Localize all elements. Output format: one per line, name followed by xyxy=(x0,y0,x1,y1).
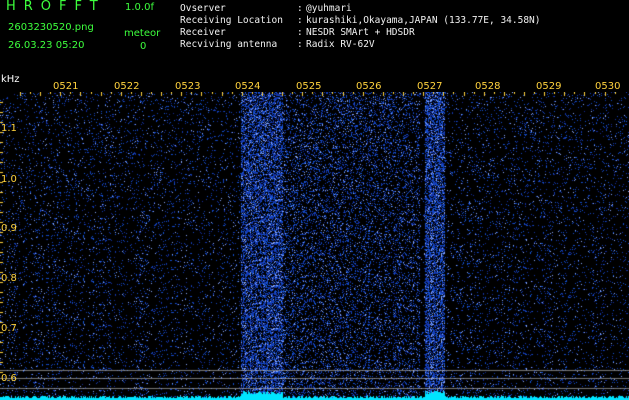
time-label: 0521 xyxy=(53,81,79,92)
meteor-count: 0 xyxy=(140,41,147,52)
info-value-location: kurashiki,Okayama,JAPAN (133.77E, 34.58N… xyxy=(306,15,541,26)
spectrogram-canvas xyxy=(0,92,629,400)
time-label: 0529 xyxy=(536,81,562,92)
app-version: 1.0.0f xyxy=(125,2,154,13)
header-panel: HROFFT 1.0.0f 2603230520.png 26.03.23 05… xyxy=(0,0,629,78)
detection-mode: meteor xyxy=(124,28,161,39)
time-label: 0525 xyxy=(296,81,322,92)
time-label: 0530 xyxy=(595,81,621,92)
time-label: 0528 xyxy=(475,81,501,92)
capture-datetime: 26.03.23 05:20 xyxy=(8,40,85,51)
freq-label: 0.9 xyxy=(1,223,17,234)
info-key-antenna: Recviving antenna xyxy=(180,39,278,50)
app-name: HROFFT xyxy=(6,0,106,14)
time-label: 0524 xyxy=(235,81,261,92)
time-label: 0527 xyxy=(417,81,443,92)
info-colon: : xyxy=(297,27,303,38)
info-key-location: Receiving Location xyxy=(180,15,283,26)
freq-label: 1.1 xyxy=(1,123,17,134)
info-value-observer: @yuhmari xyxy=(306,3,352,14)
time-label: 0523 xyxy=(175,81,201,92)
file-name: 2603230520.png xyxy=(8,22,94,33)
info-colon: : xyxy=(297,3,303,14)
info-value-receiver: NESDR SMArt + HDSDR xyxy=(306,27,415,38)
freq-label: 0.7 xyxy=(1,323,17,334)
time-label: 0526 xyxy=(356,81,382,92)
info-key-receiver: Receiver xyxy=(180,27,226,38)
time-label: 0522 xyxy=(114,81,140,92)
frequency-unit-label: kHz xyxy=(1,74,20,85)
freq-label: 1.0 xyxy=(1,174,17,185)
info-colon: : xyxy=(297,15,303,26)
info-value-antenna: Radix RV-62V xyxy=(306,39,375,50)
freq-label: 0.6 xyxy=(1,373,17,384)
info-key-observer: Ovserver xyxy=(180,3,226,14)
info-colon: : xyxy=(297,39,303,50)
freq-label: 0.8 xyxy=(1,273,17,284)
